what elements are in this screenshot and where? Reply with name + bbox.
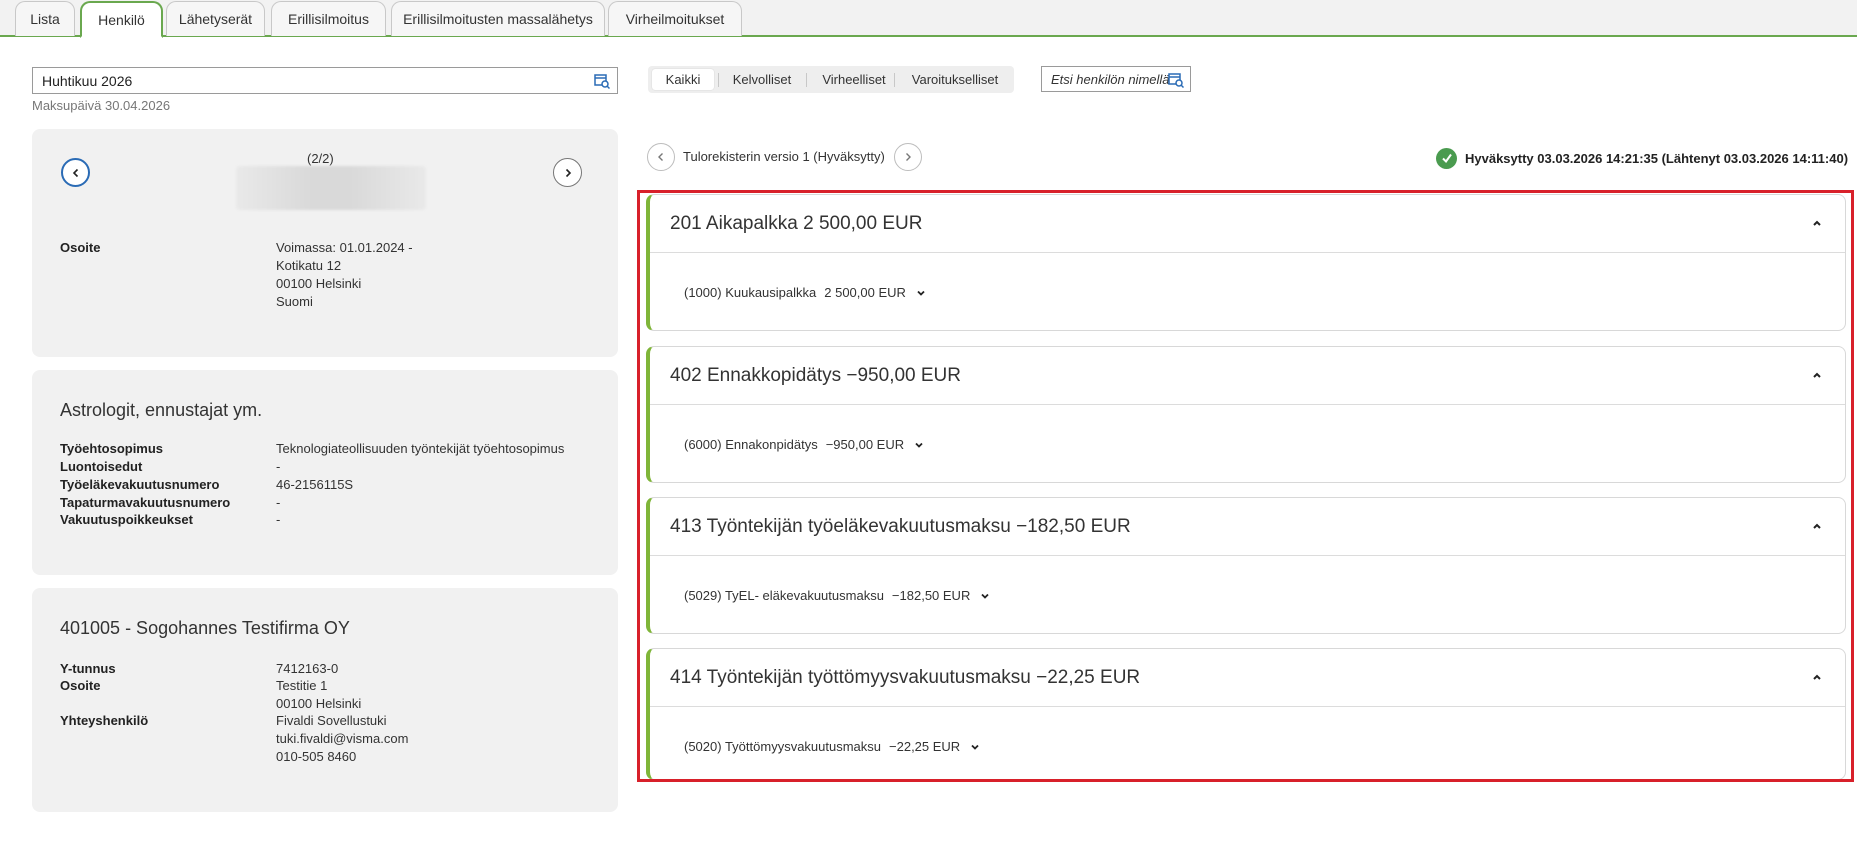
tab-bar: Lista Henkilö Lähetyserät Erillisilmoitu… (0, 0, 1857, 38)
address-label: Osoite (60, 240, 101, 255)
filter-label: Virheelliset (822, 72, 886, 87)
chevron-left-icon (658, 153, 663, 161)
filter-separator (806, 73, 807, 87)
address-line: Suomi (276, 294, 313, 309)
contact-value: Fivaldi Sovellustuki tuki.fivaldi@visma.… (276, 712, 408, 766)
filter-label: Kelvolliset (732, 72, 792, 87)
tab-henkilo[interactable]: Henkilö (80, 1, 163, 38)
chevron-right-icon (906, 153, 911, 161)
company-card: 401005 - Sogohannes Testifirma OY Y-tunn… (32, 588, 618, 812)
ytunnus-value: 7412163-0 (276, 661, 339, 676)
filter-virheelliset[interactable]: Virheelliset (810, 69, 898, 90)
previous-version-button[interactable] (647, 143, 675, 171)
tab-lista[interactable]: Lista (15, 1, 75, 36)
company-address-label: Osoite (60, 678, 101, 693)
tyelake-label: Työeläkevakuutusnumero (60, 477, 220, 492)
filter-kaikki[interactable]: Kaikki (652, 69, 714, 90)
filter-label: Varoitukselliset (911, 72, 999, 87)
contact-label: Yhteyshenkilö (60, 713, 149, 728)
contact-line: 010-505 8460 (276, 749, 357, 764)
address-line: Testitie 1 (276, 678, 328, 693)
blurred-person-name (236, 166, 426, 210)
occupation-card: Astrologit, ennustajat ym. Työehtosopimu… (32, 370, 618, 575)
contact-line: tuki.fivaldi@visma.com (276, 731, 409, 746)
filter-label: Kaikki (665, 72, 701, 87)
tab-label: Lähetyserät (178, 11, 253, 27)
version-label: Tulorekisterin versio 1 (Hyväksytty) (683, 149, 885, 164)
status-filter: Kaikki Kelvolliset Virheelliset Varoituk… (648, 66, 1014, 93)
company-title: 401005 - Sogohannes Testifirma OY (60, 618, 350, 638)
acceptance-status: Hyväksytty 03.03.2026 14:21:35 (Lähtenyt… (1436, 147, 1848, 169)
address-value: Voimassa: 01.01.2024 - Kotikatu 12 00100… (276, 239, 413, 311)
address-line: 00100 Helsinki (276, 276, 362, 291)
company-address-value: Testitie 1 00100 Helsinki (276, 677, 361, 713)
tab-label: Virheilmoitukset (625, 11, 725, 27)
tyelake-value: 46-2156115S (276, 477, 354, 492)
address-line: 00100 Helsinki (276, 696, 362, 711)
filter-kelvolliset[interactable]: Kelvolliset (722, 69, 802, 90)
tes-value: Teknologiateollisuuden työntekijät työeh… (276, 441, 565, 456)
person-card: (2/2) Osoite Voimassa: 01.01.2024 - Koti… (32, 129, 618, 357)
address-line: Voimassa: 01.01.2024 - (276, 240, 413, 255)
person-pager: (2/2) (307, 151, 334, 166)
tab-lahetyserat[interactable]: Lähetyserät (166, 1, 265, 36)
check-circle-icon (1436, 147, 1457, 169)
occupation-title: Astrologit, ennustajat ym. (60, 400, 263, 420)
payday-label: Maksupäivä 30.04.2026 (32, 98, 171, 113)
tab-erillisilmoitus[interactable]: Erillisilmoitus (271, 1, 386, 36)
tab-label: Erillisilmoitus (288, 11, 369, 27)
tes-label: Työehtosopimus (60, 441, 164, 456)
period-search-input[interactable]: Huhtikuu 2026 (32, 67, 618, 94)
chevron-left-icon (72, 168, 78, 177)
search-calendar-icon[interactable] (594, 73, 610, 89)
next-version-button[interactable] (894, 143, 922, 171)
tab-label: Henkilö (98, 11, 145, 28)
filter-varoitukselliset[interactable]: Varoitukselliset (900, 69, 1010, 90)
tab-massalahetys[interactable]: Erillisilmoitusten massalähetys (391, 1, 605, 36)
tab-virheilmoitukset[interactable]: Virheilmoitukset (608, 1, 742, 36)
acceptance-status-text: Hyväksytty 03.03.2026 14:21:35 (Lähtenyt… (1465, 150, 1849, 166)
luontoisedut-label: Luontoisedut (60, 459, 143, 474)
vakuutuspoikkeukset-value: - (276, 512, 281, 527)
luontoisedut-value: - (276, 459, 281, 474)
tapaturma-label: Tapaturmavakuutusnumero (60, 495, 231, 510)
search-person-icon (1168, 73, 1184, 88)
highlight-frame (637, 190, 1854, 782)
chevron-right-icon (565, 168, 571, 177)
tapaturma-value: - (276, 495, 281, 510)
address-line: Kotikatu 12 (276, 258, 342, 273)
filter-separator (894, 73, 895, 87)
vakuutuspoikkeukset-label: Vakuutuspoikkeukset (60, 512, 193, 527)
name-search-button[interactable]: Etsi henkilön nimellä (1041, 66, 1191, 92)
period-value: Huhtikuu 2026 (42, 73, 133, 89)
tab-label: Lista (30, 11, 60, 27)
name-search-placeholder: Etsi henkilön nimellä (1051, 72, 1170, 87)
ytunnus-label: Y-tunnus (60, 661, 116, 676)
tab-label: Erillisilmoitusten massalähetys (403, 11, 593, 27)
previous-person-button[interactable] (61, 158, 90, 187)
filter-separator (718, 73, 719, 87)
contact-line: Fivaldi Sovellustuki (276, 713, 387, 728)
next-person-button[interactable] (553, 158, 582, 187)
